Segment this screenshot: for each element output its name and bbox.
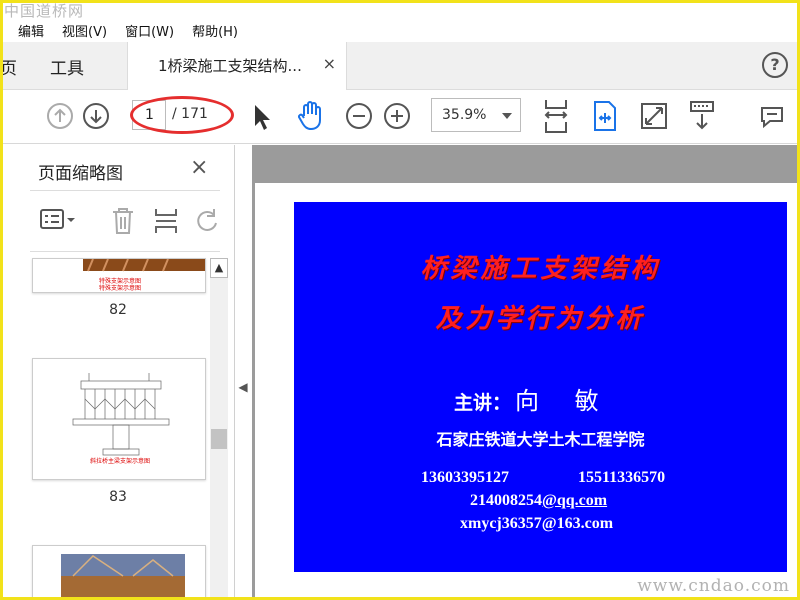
zoom-in-icon[interactable] (383, 102, 411, 130)
fullscreen-icon[interactable] (640, 102, 668, 130)
menu-window[interactable]: 窗口(W) (125, 21, 174, 40)
zoom-out-icon[interactable] (345, 102, 373, 130)
tab-document-title: 1桥梁施工支架结构... (158, 57, 302, 75)
watermark-bottom: www.cndao.com (637, 576, 790, 596)
slide-title-line2: 及力学行为分析 (435, 304, 646, 334)
page-thumbnail-84[interactable] (32, 545, 206, 600)
email1-user: 214008254 (470, 492, 542, 509)
slide-phone2: 15511336570 (578, 469, 666, 486)
zoom-value: 35.9% (442, 107, 487, 123)
sidebar-close-icon[interactable]: × (190, 155, 208, 180)
scrollbar-thumb[interactable] (211, 429, 227, 449)
tab-close-icon[interactable]: × (323, 54, 336, 73)
tab-document[interactable]: 1桥梁施工支架结构... × (127, 42, 347, 90)
zoom-select[interactable]: 35.9% (431, 98, 521, 132)
slide-title-line1: 桥梁施工支架结构 (420, 254, 661, 284)
tab-bar: 页 工具 1桥梁施工支架结构... × ? (0, 42, 800, 90)
help-icon[interactable]: ? (762, 52, 788, 78)
rotate-icon[interactable] (194, 207, 220, 235)
slide-school: 石家庄铁道大学土木工程学院 (436, 430, 645, 449)
thumbnail-image (61, 554, 185, 599)
annotation-circle (130, 96, 234, 134)
email1-domain: @qq.com (542, 492, 608, 509)
tab-tools[interactable]: 工具 (50, 54, 84, 79)
tab-home[interactable]: 页 (0, 54, 17, 79)
page-label-83: 83 (109, 489, 127, 505)
page-thumbnail-82[interactable]: 特殊支架示意图 特殊支架示意图 (32, 258, 206, 293)
scroll-mode-icon[interactable] (688, 100, 716, 132)
divider (30, 190, 220, 191)
insert-page-icon[interactable] (153, 207, 179, 235)
thumbnail-image: 特殊支架示意图 特殊支架示意图 (83, 259, 205, 292)
page-thumbnail-83[interactable]: 斜拉桥主梁支架示意图 (32, 358, 206, 480)
divider (30, 251, 220, 252)
scroll-up-icon[interactable]: ▲ (210, 258, 228, 278)
collapse-sidebar-icon[interactable]: ◀ (236, 375, 250, 399)
menu-edit[interactable]: 编辑 (18, 21, 44, 40)
thumbnails-sidebar: 页面缩略图 × 特殊支架示意图 特殊支架示意图 82 斜拉桥主梁支架示意图 83… (0, 145, 235, 600)
chevron-down-icon (502, 113, 512, 119)
toolbar (0, 90, 800, 144)
slide-email2: xmycj36357@163.com (460, 515, 614, 532)
fit-width-icon[interactable] (592, 100, 618, 132)
next-page-icon[interactable] (82, 102, 110, 130)
thumbnail-image: 斜拉桥主梁支架示意图 (72, 373, 170, 465)
menu-bar: 编辑 视图(V) 窗口(W) 帮助(H) (0, 18, 800, 42)
thumbnail-options-icon[interactable] (40, 207, 78, 233)
slide-phone1: 13603395127 (421, 469, 509, 486)
presenter-name: 向 敏 (515, 387, 613, 415)
menu-help[interactable]: 帮助(H) (192, 21, 238, 40)
slide-presenter: 主讲：向 敏 (454, 381, 613, 416)
sidebar-title: 页面缩略图 (38, 164, 123, 184)
watermark-top: 中国道桥网 (4, 2, 85, 20)
slide-content: 桥梁施工支架结构 及力学行为分析 主讲：向 敏 石家庄铁道大学土木工程学院 13… (294, 202, 787, 572)
thumbnail-caption: 特殊支架示意图 (99, 284, 141, 292)
fit-page-icon[interactable] (542, 98, 570, 134)
presenter-prefix: 主讲： (454, 392, 512, 414)
slide-email1: 214008254@qq.com (470, 492, 607, 510)
hand-tool-icon[interactable] (296, 100, 326, 132)
previous-page-icon[interactable] (46, 102, 74, 130)
delete-icon[interactable] (110, 207, 136, 235)
comment-icon[interactable] (758, 102, 786, 130)
menu-view[interactable]: 视图(V) (62, 21, 107, 40)
page-label-82: 82 (109, 302, 127, 318)
thumbnail-caption: 斜拉桥主梁支架示意图 (90, 457, 150, 465)
thumbnail-caption: 特殊支架示意图 (99, 277, 141, 285)
select-cursor-icon[interactable] (250, 102, 272, 132)
